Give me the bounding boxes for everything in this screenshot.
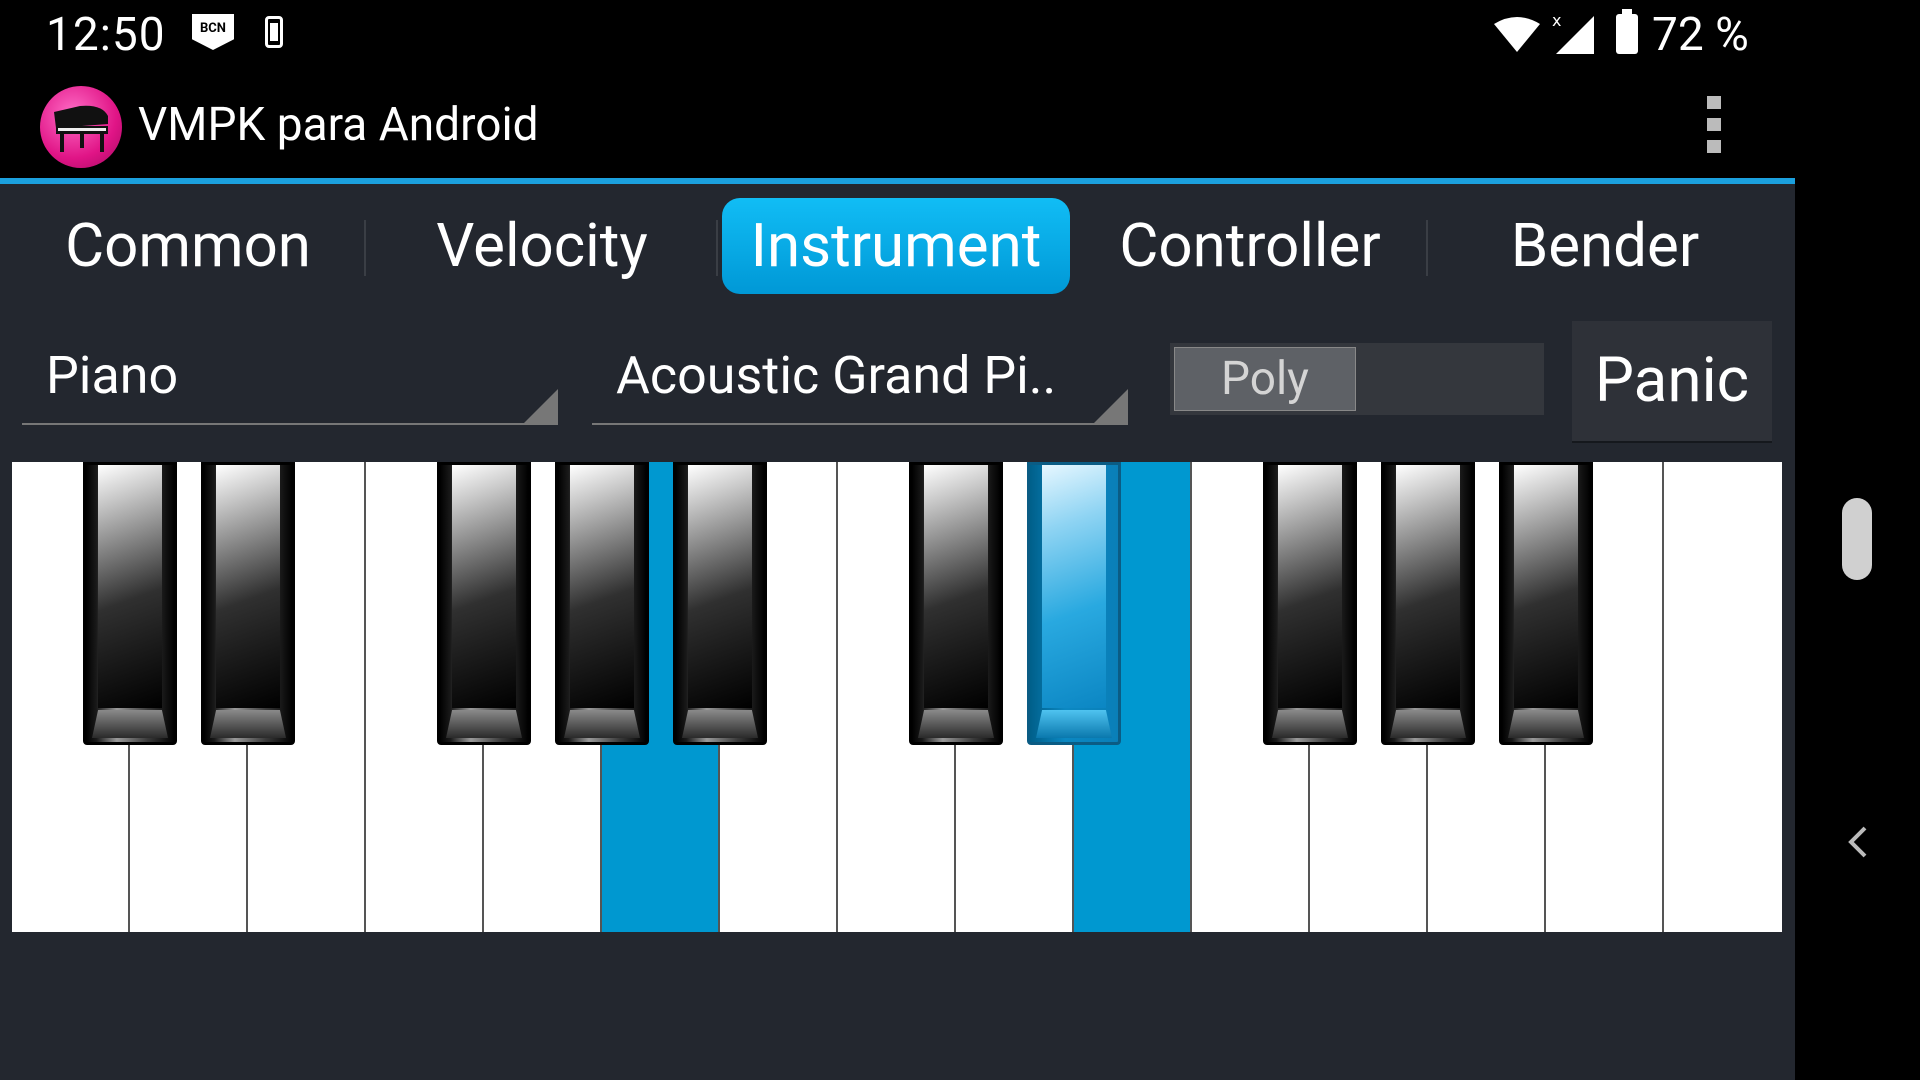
program-spinner-value: Acoustic Grand Pi.. (616, 345, 1057, 406)
home-pill-icon[interactable] (1842, 498, 1872, 580)
black-key[interactable] (437, 462, 531, 745)
bank-spinner[interactable]: Piano (22, 315, 558, 425)
tab-divider (716, 220, 718, 276)
app-bar-divider (0, 178, 1795, 184)
black-key[interactable] (1263, 462, 1357, 745)
svg-text:x: x (1552, 12, 1561, 30)
black-key[interactable] (1027, 462, 1121, 745)
tab-bar: Common Velocity Instrument Controller Be… (0, 190, 1795, 300)
back-chevron-icon[interactable] (1843, 822, 1873, 862)
black-key[interactable] (83, 462, 177, 745)
black-key[interactable] (1499, 462, 1593, 745)
phone-vibrate-icon (265, 16, 283, 48)
grand-piano-icon (40, 86, 122, 168)
tab-divider (1426, 220, 1428, 276)
tab-bender[interactable]: Bender (1440, 198, 1770, 294)
poly-toggle[interactable]: Poly (1170, 343, 1544, 415)
tab-instrument[interactable]: Instrument (722, 198, 1070, 294)
tab-common[interactable]: Common (30, 198, 346, 294)
black-key[interactable] (201, 462, 295, 745)
status-bar: 12:50 BCN x 72 % (0, 0, 1795, 70)
bank-spinner-value: Piano (46, 345, 179, 406)
tab-divider (364, 220, 366, 276)
dropdown-triangle-icon (1094, 389, 1128, 423)
panic-button[interactable]: Panic (1572, 321, 1772, 443)
status-time: 12:50 (46, 8, 166, 62)
app-title: VMPK para Android (138, 98, 539, 152)
instrument-controls: Piano Acoustic Grand Pi.. Poly Panic (0, 315, 1795, 443)
signal-icon: x (1552, 12, 1594, 54)
wifi-icon (1494, 17, 1540, 52)
tab-controller[interactable]: Controller (1086, 198, 1414, 294)
app-window: 12:50 BCN x 72 % VMPK para Android Commo… (0, 0, 1795, 1080)
white-key[interactable] (1664, 462, 1782, 932)
black-key[interactable] (1381, 462, 1475, 745)
battery-icon (1616, 9, 1638, 54)
navigation-bar (1795, 0, 1920, 1080)
app-bar: VMPK para Android (0, 70, 1795, 180)
battery-percent: 72 % (1652, 8, 1749, 62)
black-key[interactable] (909, 462, 1003, 745)
bcn-badge-icon: BCN (192, 14, 234, 50)
tab-velocity[interactable]: Velocity (382, 198, 702, 294)
black-key[interactable] (555, 462, 649, 745)
poly-toggle-label: Poly (1174, 347, 1356, 411)
black-key[interactable] (673, 462, 767, 745)
dropdown-triangle-icon (524, 389, 558, 423)
program-spinner[interactable]: Acoustic Grand Pi.. (592, 315, 1128, 425)
overflow-menu-icon[interactable] (1700, 96, 1728, 158)
piano-keyboard[interactable] (12, 462, 1782, 932)
